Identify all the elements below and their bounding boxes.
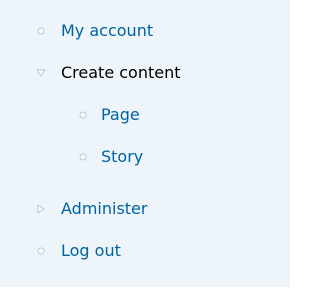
navigation-menu: My account Create content Page Story Adm… — [0, 0, 290, 287]
circle-bullet-icon — [77, 145, 89, 169]
triangle-down-icon[interactable] — [35, 61, 47, 85]
submenu-item-label[interactable]: Page — [101, 103, 140, 127]
circle-bullet-icon — [35, 19, 47, 43]
menu-item-label[interactable]: Administer — [61, 197, 147, 221]
menu-item-label[interactable]: Create content — [61, 61, 181, 85]
menu-item-label[interactable]: Log out — [61, 239, 121, 263]
circle-bullet-icon — [35, 239, 47, 263]
circle-bullet-icon — [77, 103, 89, 127]
submenu-item-label[interactable]: Story — [101, 145, 143, 169]
menu-item-label[interactable]: My account — [61, 19, 153, 43]
triangle-right-icon[interactable] — [35, 197, 47, 221]
